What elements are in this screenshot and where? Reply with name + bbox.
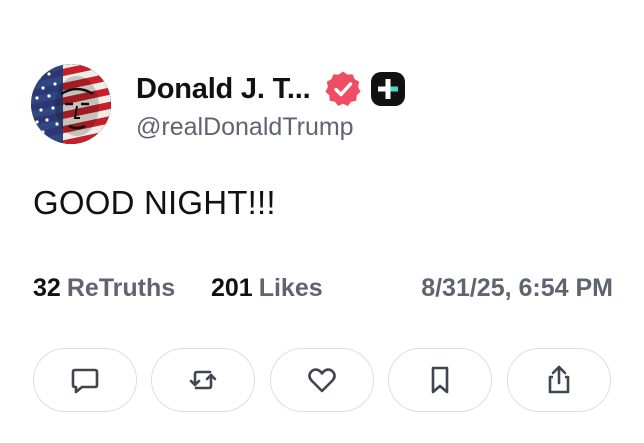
author-name-row: Donald J. T... — [136, 68, 406, 110]
verified-badge-icon — [324, 70, 362, 108]
likes-count: 201 — [211, 274, 253, 302]
likes-stat[interactable]: 201 Likes — [211, 274, 323, 303]
bookmark-icon — [431, 366, 449, 394]
post-stats: 32 ReTruths 201 Likes 8/31/25, 6:54 PM — [33, 274, 613, 308]
like-icon — [308, 368, 336, 393]
post-card: Donald J. T... @realDonaldTrump GOOD NIG… — [0, 0, 644, 443]
reply-button[interactable] — [33, 348, 137, 412]
plus-badge-icon — [370, 71, 406, 107]
likes-label: Likes — [258, 274, 323, 302]
share-button[interactable] — [507, 348, 611, 412]
like-button[interactable] — [270, 348, 374, 412]
avatar-image — [31, 64, 111, 144]
action-bar — [33, 348, 613, 414]
retruths-label: ReTruths — [66, 274, 176, 302]
bookmark-button[interactable] — [388, 348, 492, 412]
post-text: GOOD NIGHT!!! — [33, 184, 276, 221]
author-display-name[interactable]: Donald J. T... — [136, 73, 311, 106]
retruth-icon — [189, 370, 217, 390]
retruths-stat[interactable]: 32 ReTruths — [33, 274, 175, 303]
author-handle[interactable]: @realDonaldTrump — [136, 113, 354, 142]
post-timestamp: 8/31/25, 6:54 PM — [421, 274, 613, 302]
avatar[interactable] — [31, 64, 111, 144]
reply-icon — [71, 368, 99, 394]
retruth-button[interactable] — [151, 348, 255, 412]
share-icon — [548, 365, 570, 394]
retruths-count: 32 — [33, 274, 61, 302]
